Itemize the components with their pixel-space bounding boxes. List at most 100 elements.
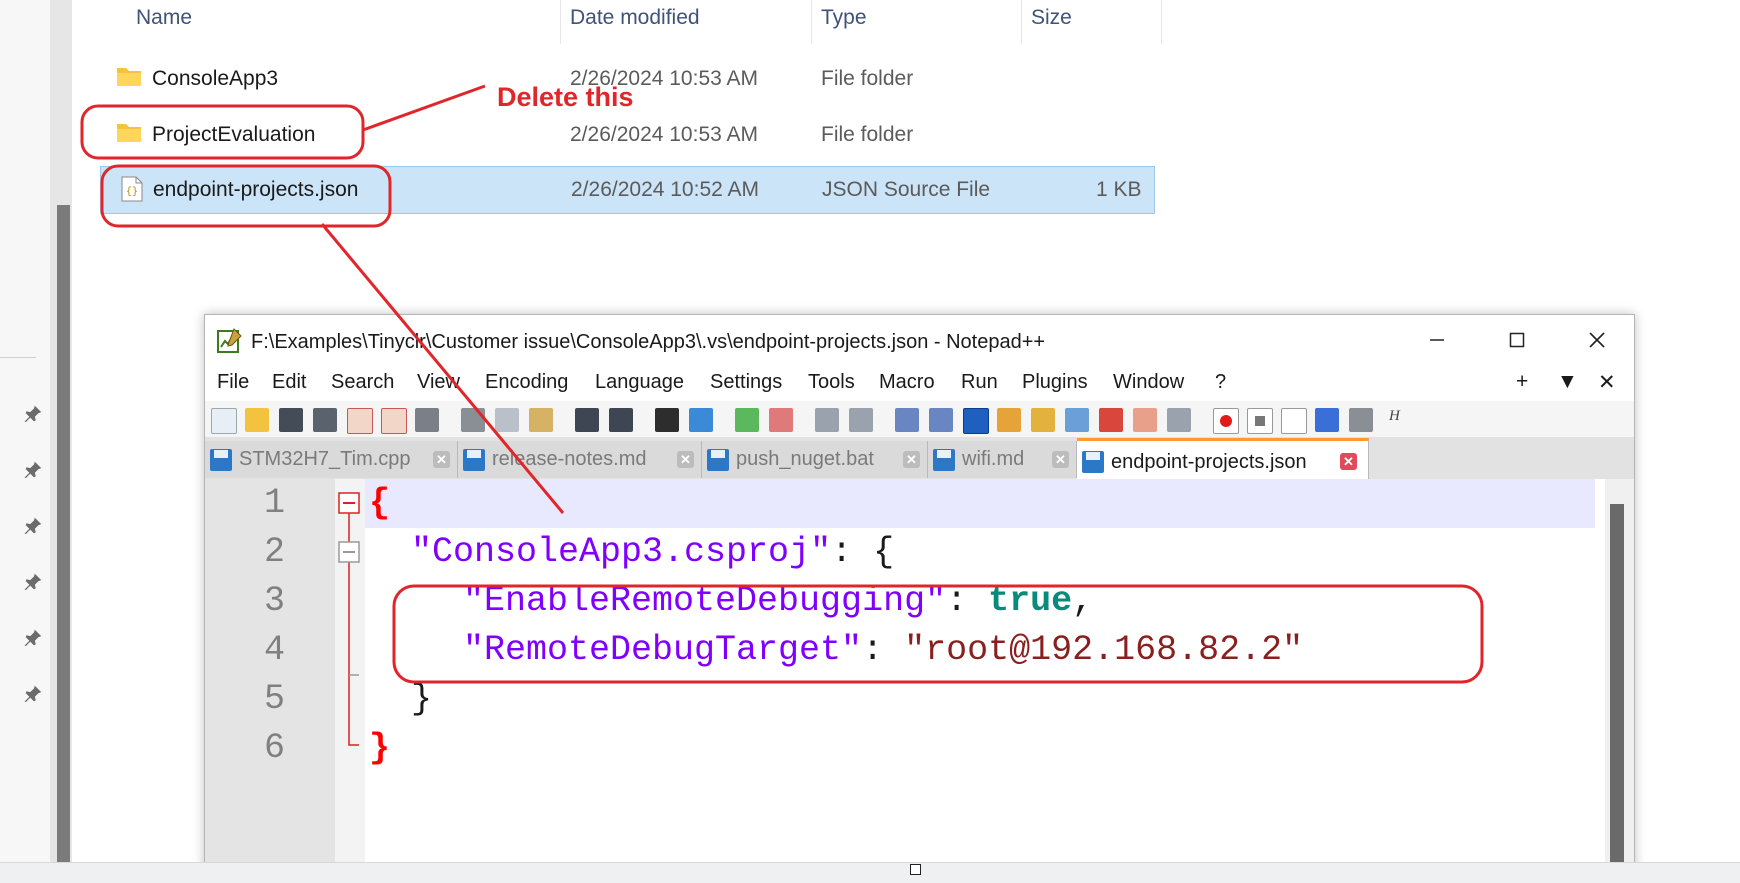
- pin-icon[interactable]: [22, 459, 44, 481]
- new-tab-control[interactable]: +: [1516, 370, 1528, 394]
- tab-endpoint-projects-json[interactable]: endpoint-projects.json ✕: [1077, 438, 1369, 482]
- close-file-icon[interactable]: [347, 408, 373, 434]
- maximize-icon: [1509, 332, 1525, 348]
- maximize-button[interactable]: [1478, 315, 1556, 365]
- close-button[interactable]: [1558, 315, 1634, 365]
- file-type: File folder: [821, 123, 914, 146]
- zoom-out-icon[interactable]: [769, 408, 793, 432]
- save-state-icon: [933, 449, 955, 471]
- save-icon[interactable]: [279, 408, 303, 432]
- save-all-icon[interactable]: [313, 408, 337, 432]
- pin-icon[interactable]: [22, 403, 44, 425]
- tab-push-nuget[interactable]: push_nuget.bat ✕: [702, 441, 928, 478]
- folder-as-workspace-icon[interactable]: [1133, 408, 1157, 432]
- word-wrap-icon[interactable]: [895, 408, 919, 432]
- column-header-size[interactable]: Size: [1031, 6, 1072, 30]
- stop-macro-icon[interactable]: [1247, 408, 1273, 434]
- sync-horizontal-icon[interactable]: [849, 408, 873, 432]
- menu-settings[interactable]: Settings: [710, 371, 782, 394]
- json-punct: ,: [1072, 581, 1094, 621]
- zoom-in-icon[interactable]: [735, 408, 759, 432]
- window-titlebar[interactable]: F:\Examples\Tinyclr\Customer issue\Conso…: [205, 315, 1634, 365]
- column-separator[interactable]: [811, 0, 812, 44]
- json-punct: : {: [831, 532, 895, 572]
- menu-tools[interactable]: Tools: [808, 371, 855, 394]
- menu-view[interactable]: View: [417, 371, 460, 394]
- nav-divider: [0, 357, 36, 358]
- open-file-icon[interactable]: [245, 408, 269, 432]
- menu-window[interactable]: Window: [1113, 371, 1184, 394]
- print-icon[interactable]: [415, 408, 439, 432]
- run-macro-multiple-icon[interactable]: [1315, 408, 1339, 432]
- record-macro-icon[interactable]: [1213, 408, 1239, 434]
- play-macro-icon[interactable]: [1281, 408, 1307, 434]
- menu-search[interactable]: Search: [331, 371, 394, 394]
- menu-encoding[interactable]: Encoding: [485, 371, 568, 394]
- document-list-icon[interactable]: [1065, 408, 1089, 432]
- cut-icon[interactable]: [461, 408, 485, 432]
- menu-plugins[interactable]: Plugins: [1022, 371, 1088, 394]
- menu-help[interactable]: ?: [1215, 371, 1226, 394]
- function-list-icon[interactable]: [1099, 408, 1123, 432]
- pin-icon[interactable]: [22, 627, 44, 649]
- redo-icon[interactable]: [609, 408, 633, 432]
- toolbar: H: [205, 401, 1634, 438]
- menu-macro[interactable]: Macro: [879, 371, 935, 394]
- tab-close-icon[interactable]: ✕: [677, 451, 694, 468]
- tab-list-control[interactable]: ▼: [1557, 370, 1578, 394]
- copy-icon[interactable]: [495, 408, 519, 432]
- json-string: "root@192.168.82.2": [904, 630, 1304, 670]
- find-icon[interactable]: [655, 408, 679, 432]
- paste-icon[interactable]: [529, 408, 553, 432]
- svg-text:{}: {}: [126, 186, 138, 198]
- file-size: 1 KB: [1096, 178, 1142, 201]
- menu-language[interactable]: Language: [595, 371, 684, 394]
- column-separator[interactable]: [1161, 0, 1162, 44]
- resize-handle[interactable]: [910, 864, 921, 875]
- show-all-characters-icon[interactable]: [929, 408, 953, 432]
- file-row-projectevaluation[interactable]: ProjectEvaluation 2/26/2024 10:53 AM Fil…: [100, 111, 1155, 159]
- pin-icon[interactable]: [22, 571, 44, 593]
- column-header-name[interactable]: Name: [136, 6, 192, 30]
- column-header-date-modified[interactable]: Date modified: [570, 6, 700, 30]
- undo-icon[interactable]: [575, 408, 599, 432]
- sync-vertical-icon[interactable]: [815, 408, 839, 432]
- new-file-icon[interactable]: [211, 408, 237, 434]
- column-separator[interactable]: [1021, 0, 1022, 44]
- pin-icon[interactable]: [22, 515, 44, 537]
- editor-scrollbar-thumb[interactable]: [1610, 504, 1624, 875]
- menu-run[interactable]: Run: [961, 371, 998, 394]
- tab-label: endpoint-projects.json: [1111, 451, 1307, 473]
- indent-guide-icon[interactable]: [963, 408, 989, 434]
- column-header-type[interactable]: Type: [821, 6, 867, 30]
- tab-close-icon[interactable]: ✕: [903, 451, 920, 468]
- file-row-endpoint-projects-json[interactable]: {} endpoint-projects.json 2/26/2024 10:5…: [100, 166, 1155, 214]
- tab-stm32h7-tim[interactable]: STM32H7_Tim.cpp ✕: [205, 441, 458, 478]
- tab-wifi-md[interactable]: wifi.md ✕: [928, 441, 1077, 478]
- tab-close-icon[interactable]: ✕: [1340, 453, 1357, 470]
- tab-release-notes[interactable]: release-notes.md ✕: [458, 441, 702, 478]
- menu-file[interactable]: File: [217, 371, 249, 394]
- explorer-scrollbar-thumb[interactable]: [57, 205, 70, 862]
- close-document-control[interactable]: ✕: [1598, 370, 1616, 395]
- navigation-pane: [0, 0, 50, 882]
- replace-icon[interactable]: [689, 408, 713, 432]
- column-separator[interactable]: [560, 0, 561, 44]
- json-punct: :: [946, 581, 989, 621]
- notepad-plus-plus-window[interactable]: F:\Examples\Tinyclr\Customer issue\Conso…: [204, 314, 1635, 876]
- save-macro-icon[interactable]: [1349, 408, 1373, 432]
- minimize-button[interactable]: [1398, 315, 1476, 365]
- monitoring-icon[interactable]: [1167, 408, 1191, 432]
- code-editor[interactable]: 1 2 3 4 5 6 { "ConsoleApp3.csproj": { "E…: [205, 479, 1634, 875]
- fold-markers[interactable]: [335, 479, 365, 779]
- close-icon: [1589, 332, 1605, 348]
- pin-icon[interactable]: [22, 683, 44, 705]
- hex-icon[interactable]: H: [1389, 408, 1413, 432]
- tab-close-icon[interactable]: ✕: [433, 451, 450, 468]
- menu-edit[interactable]: Edit: [272, 371, 306, 394]
- file-date: 2/26/2024 10:53 AM: [570, 123, 758, 146]
- language-icon[interactable]: [997, 408, 1021, 432]
- close-all-icon[interactable]: [381, 408, 407, 434]
- tab-close-icon[interactable]: ✕: [1052, 451, 1069, 468]
- document-map-icon[interactable]: [1031, 408, 1055, 432]
